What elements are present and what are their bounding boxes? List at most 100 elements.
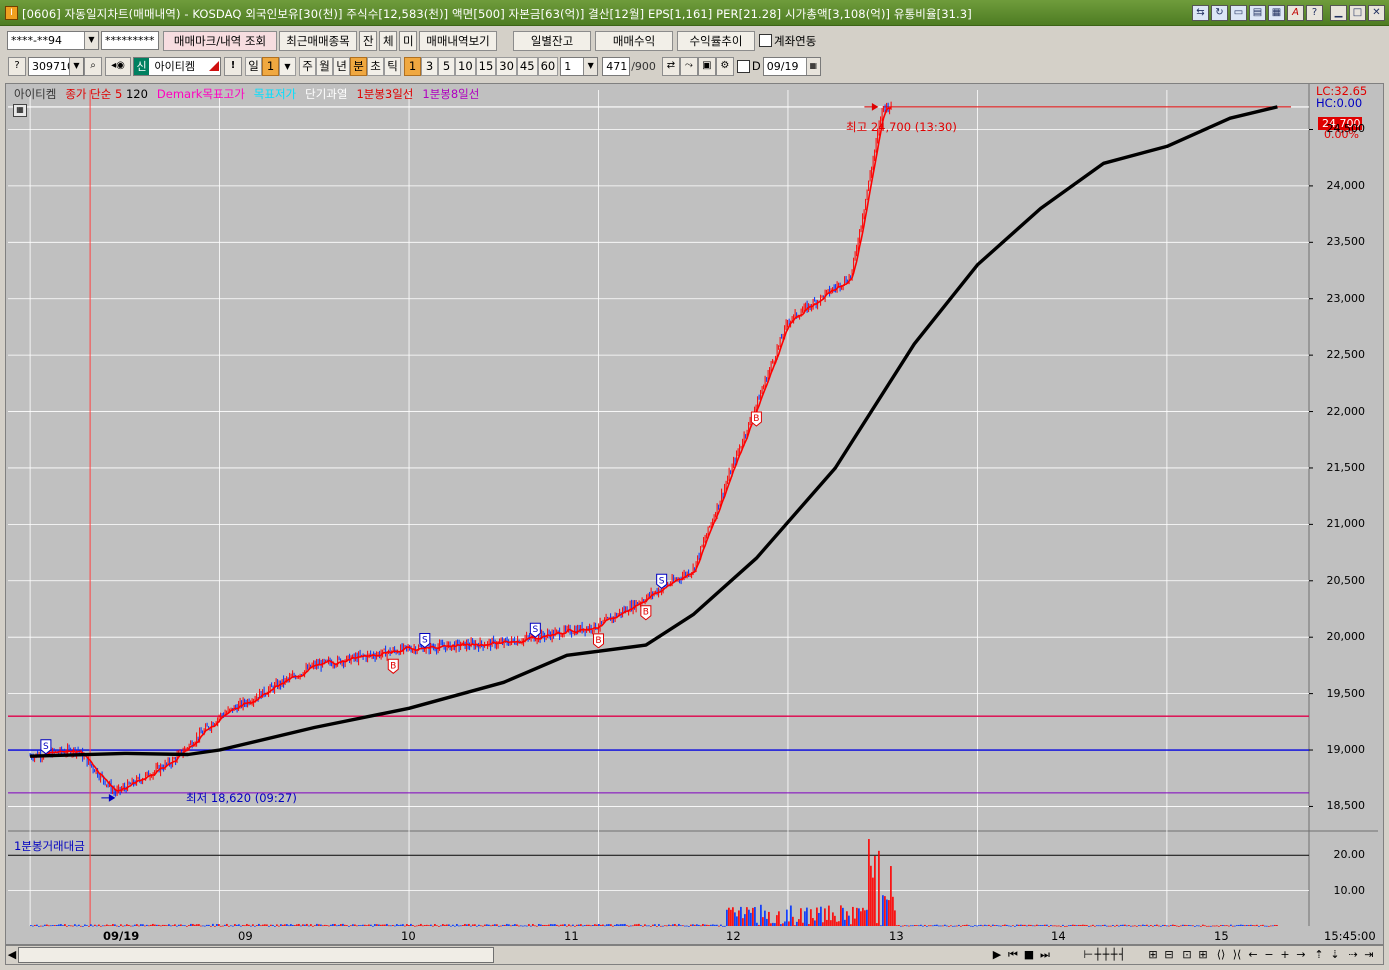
- price-chart[interactable]: B B B B S S S S: [6, 84, 1385, 946]
- volume-bar: [684, 925, 686, 927]
- scroll-last-icon[interactable]: ⏭: [1038, 947, 1052, 963]
- period-week-button[interactable]: 주: [299, 56, 316, 76]
- config-icon[interactable]: ▦: [1268, 5, 1285, 21]
- scroll-end-icon[interactable]: ⇥: [1362, 947, 1376, 963]
- scroll-fit-icon[interactable]: ⇢: [1346, 947, 1360, 963]
- account-link-checkbox[interactable]: [759, 34, 772, 47]
- window-icon[interactable]: ▭: [1230, 5, 1247, 21]
- period-minute-button[interactable]: 분: [350, 56, 367, 76]
- daily-balance-button[interactable]: 일별잔고: [513, 30, 591, 51]
- volume-bar: [692, 924, 694, 926]
- volume-bar: [1060, 925, 1062, 927]
- minimize-button[interactable]: ▁: [1330, 5, 1347, 21]
- chart-split-icon[interactable]: ⊞: [1146, 947, 1160, 963]
- volume-bar: [954, 925, 956, 927]
- period-year-button[interactable]: 년: [333, 56, 350, 76]
- chevron-down-icon[interactable]: ▼: [84, 32, 98, 49]
- help-icon[interactable]: ?: [1306, 5, 1323, 21]
- interval-button[interactable]: 45: [516, 56, 538, 76]
- interval-button[interactable]: 60: [537, 56, 559, 76]
- search-icon[interactable]: ⌕: [84, 56, 102, 76]
- move-right-icon[interactable]: →: [1294, 947, 1308, 963]
- chevron-down-icon[interactable]: ▼: [279, 56, 296, 76]
- volume-bar: [150, 924, 152, 926]
- trade-profit-button[interactable]: 매매수익: [595, 30, 673, 51]
- mark-query-button[interactable]: 매매마크/내역 조회: [163, 30, 277, 51]
- scroll-right-icon[interactable]: ▶: [990, 947, 1004, 963]
- scroll-first-icon[interactable]: ⏮: [1006, 947, 1020, 963]
- unfilled-button[interactable]: 미: [399, 30, 417, 51]
- chevron-down-icon[interactable]: ▼: [583, 57, 598, 75]
- code-search-icon[interactable]: ?: [8, 56, 26, 76]
- history-view-button[interactable]: 매매내역보기: [419, 30, 497, 51]
- volume-bar: [840, 905, 842, 926]
- display-count-input[interactable]: 471: [602, 56, 631, 76]
- volume-bar: [1182, 924, 1184, 926]
- return-trend-button[interactable]: 수익률추이: [677, 30, 755, 51]
- chart-split2-icon[interactable]: ⊟: [1162, 947, 1176, 963]
- volume-bar: [100, 925, 102, 927]
- volume-bar: [1164, 924, 1166, 926]
- period-tick-button[interactable]: 틱: [384, 56, 401, 76]
- shrink-icon[interactable]: ⟨⟩: [1214, 947, 1228, 963]
- settings-icon[interactable]: ⚙: [715, 56, 734, 76]
- zoom-out-icon[interactable]: −: [1262, 947, 1276, 963]
- interval-button[interactable]: 3: [421, 56, 438, 76]
- zoom-slider-icon[interactable]: ⊢ ┼ ┼ ┼ ┤: [1064, 947, 1144, 963]
- volume-bar: [34, 924, 36, 926]
- executed-button[interactable]: 체: [379, 30, 397, 51]
- compare-icon[interactable]: ⇄: [661, 56, 680, 76]
- interval-button[interactable]: 30: [496, 56, 517, 76]
- account-select[interactable]: ****-**94 ▼: [7, 31, 99, 50]
- chart-area[interactable]: B B B B S S S S 아이티켐 종가 단순 5 120 Demark목표고가 목표저…: [5, 83, 1384, 945]
- volume-bar: [772, 922, 774, 926]
- move-left-icon[interactable]: ←: [1246, 947, 1260, 963]
- chevron-down-icon[interactable]: ▼: [69, 57, 83, 75]
- scroll-thumb[interactable]: [18, 947, 494, 963]
- link-icon[interactable]: ⇆: [1192, 5, 1209, 21]
- period-second-button[interactable]: 초: [367, 56, 384, 76]
- scroll-left-icon[interactable]: ◀: [6, 947, 18, 963]
- stock-name-field[interactable]: 신 아이티켐: [133, 56, 221, 76]
- volume-bar: [298, 923, 300, 926]
- chart-layout-icon[interactable]: ⊞: [1196, 947, 1210, 963]
- interval-button[interactable]: 15: [475, 56, 497, 76]
- stock-code-input[interactable]: 309710 ▼: [28, 56, 84, 76]
- scroll-down-icon[interactable]: ⇣: [1328, 947, 1342, 963]
- interval-button[interactable]: 5: [438, 56, 455, 76]
- balance-button[interactable]: 잔: [359, 30, 377, 51]
- scroll-stop-icon[interactable]: ■: [1022, 947, 1036, 963]
- period-day-button[interactable]: 일: [245, 56, 262, 76]
- volume-bar: [118, 925, 120, 927]
- save-icon[interactable]: ▣: [697, 56, 716, 76]
- zoom-in-icon[interactable]: +: [1278, 947, 1292, 963]
- date-input[interactable]: 09/19 ▦: [762, 56, 821, 76]
- interval-button[interactable]: 1: [404, 56, 421, 76]
- chart-grid-icon[interactable]: ⊡: [1180, 947, 1194, 963]
- chart-scrollbar[interactable]: ◀ ▶ ⏮ ■ ⏭ ⊢ ┼ ┼ ┼ ┤ ⊞ ⊟ ⊡ ⊞ ⟨⟩ ⟩⟨ ← − + …: [5, 945, 1384, 965]
- period-month-button[interactable]: 월: [316, 56, 333, 76]
- volume-bar: [336, 925, 338, 927]
- grid-toggle-icon[interactable]: ▦: [13, 104, 27, 117]
- password-field[interactable]: *********: [101, 31, 159, 50]
- close-button[interactable]: ✕: [1368, 5, 1385, 21]
- font-icon[interactable]: A: [1287, 5, 1304, 21]
- interval-button[interactable]: 10: [455, 56, 476, 76]
- chart-tool-icon[interactable]: ⤳: [679, 56, 698, 76]
- count-select[interactable]: 1 ▼: [560, 56, 599, 76]
- refresh-icon[interactable]: ↻: [1211, 5, 1228, 21]
- volume-bar: [712, 924, 714, 926]
- volume-bar: [664, 925, 666, 927]
- alert-icon[interactable]: !: [224, 56, 242, 76]
- date-checkbox[interactable]: [736, 59, 750, 73]
- calendar-icon[interactable]: ▦: [805, 57, 820, 75]
- volume-bar: [716, 924, 718, 926]
- maximize-button[interactable]: □: [1349, 5, 1366, 21]
- volume-bar: [912, 925, 914, 927]
- print-icon[interactable]: ▤: [1249, 5, 1266, 21]
- period-num-select[interactable]: 1: [262, 56, 279, 76]
- expand-icon[interactable]: ⟩⟨: [1230, 947, 1244, 963]
- scroll-up-icon[interactable]: ⇡: [1312, 947, 1326, 963]
- recent-items-button[interactable]: 최근매매종목: [279, 30, 357, 51]
- speaker-icon[interactable]: ◂◉: [105, 56, 131, 76]
